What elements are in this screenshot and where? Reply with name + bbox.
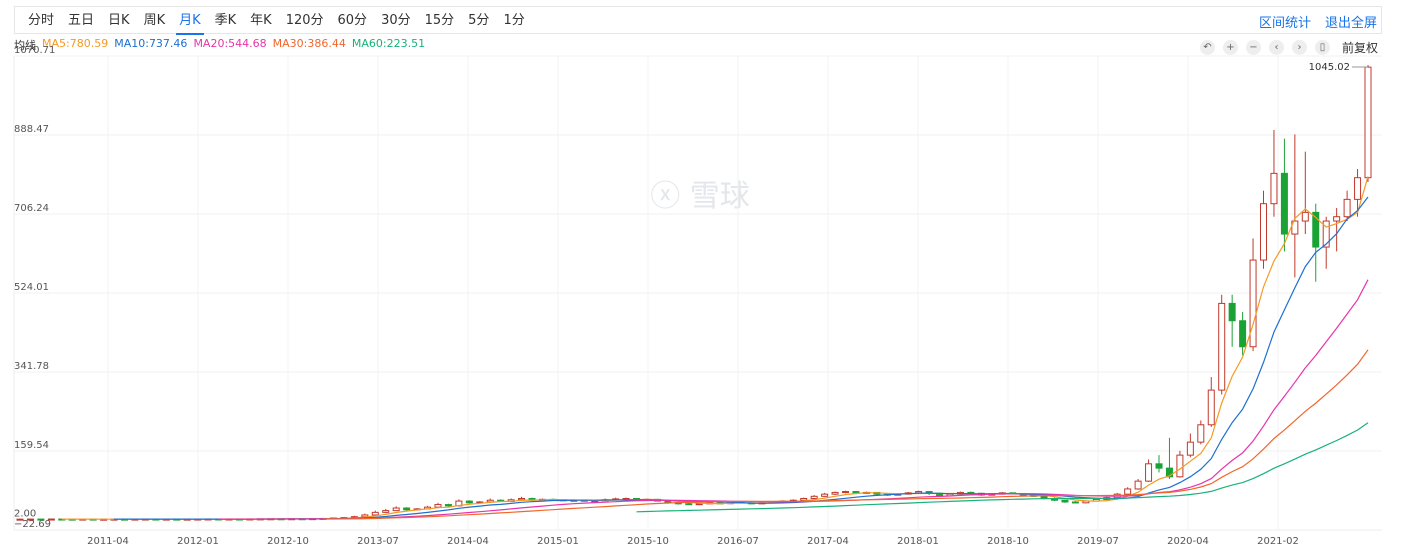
candle-body bbox=[1186, 441, 1194, 456]
candle-body bbox=[434, 504, 442, 508]
candle-body bbox=[831, 491, 839, 495]
x-tick-label: 2012-01 bbox=[177, 536, 219, 547]
y-tick-label: 524.01 bbox=[14, 282, 49, 293]
candle-body bbox=[465, 500, 473, 504]
candle-body bbox=[800, 497, 808, 501]
candle-body bbox=[1239, 320, 1247, 348]
candle-body bbox=[1145, 463, 1153, 482]
candle-body bbox=[444, 504, 452, 507]
max-value-label: 1045.02 bbox=[1309, 62, 1350, 73]
candle-body bbox=[371, 511, 379, 516]
x-tick-label: 2014-04 bbox=[447, 536, 489, 547]
ma-line-ma20 bbox=[218, 279, 1369, 520]
y-tick-label: 1070.71 bbox=[14, 45, 55, 56]
watermark: ⓧ 雪球 bbox=[650, 179, 750, 214]
candle-body bbox=[1228, 302, 1236, 322]
candle-body bbox=[1155, 463, 1163, 469]
x-tick-label: 2019-07 bbox=[1077, 536, 1119, 547]
x-tick-label: 2015-01 bbox=[537, 536, 579, 547]
candle-body bbox=[1354, 177, 1362, 200]
y-tick-label: 706.24 bbox=[14, 203, 49, 214]
candle-body bbox=[1280, 172, 1288, 235]
candle-body bbox=[1218, 302, 1226, 391]
candle-body bbox=[392, 507, 400, 512]
candle-body bbox=[37, 518, 45, 521]
x-tick-label: 2020-04 bbox=[1167, 536, 1209, 547]
x-tick-label: 2017-04 bbox=[807, 536, 849, 547]
candle-body bbox=[403, 507, 411, 511]
x-tick-label: 2016-07 bbox=[717, 536, 759, 547]
candle-body bbox=[810, 495, 818, 499]
candle-body bbox=[26, 518, 34, 521]
candle-body bbox=[518, 497, 526, 501]
x-tick-label: 2015-10 bbox=[627, 536, 669, 547]
candle-body bbox=[1270, 172, 1278, 205]
candle-body bbox=[842, 491, 850, 494]
x-tick-label: 2012-10 bbox=[267, 536, 309, 547]
candle-body bbox=[47, 518, 55, 521]
x-tick-label: 2011-04 bbox=[87, 536, 129, 547]
x-tick-label: 2021-02 bbox=[1257, 536, 1299, 547]
y-tick-label: 888.47 bbox=[14, 124, 49, 135]
x-tick-label: 2013-07 bbox=[357, 536, 399, 547]
candle-body bbox=[1061, 499, 1069, 503]
y-tick-label: 159.54 bbox=[14, 440, 49, 451]
kline-chart[interactable]: ⓧ 雪球 1070.71 888.47 706.24 524.01 341.78 159.5… bbox=[0, 0, 1402, 553]
candle-body bbox=[1260, 203, 1268, 261]
candle-body bbox=[1301, 211, 1309, 222]
x-tick-label: 2018-01 bbox=[897, 536, 939, 547]
candle-body bbox=[1071, 501, 1079, 504]
candle-body bbox=[1333, 216, 1341, 222]
candle-body bbox=[1176, 454, 1184, 478]
candle-body bbox=[1197, 424, 1205, 443]
ma-line-ma30 bbox=[323, 349, 1369, 520]
y-tick-label: 341.78 bbox=[14, 361, 49, 372]
candle-body bbox=[821, 493, 829, 497]
candle-body bbox=[1124, 488, 1132, 495]
candle-body bbox=[685, 503, 693, 506]
x-tick-label: 2018-10 bbox=[987, 536, 1029, 547]
candle-body bbox=[1364, 66, 1372, 179]
candle-body bbox=[1134, 480, 1142, 490]
candle-body bbox=[382, 510, 390, 513]
y-tick-label: 2.00 bbox=[14, 508, 36, 519]
ma-line-ma60 bbox=[636, 422, 1369, 513]
candle-body bbox=[1249, 259, 1257, 348]
candle-body bbox=[1343, 198, 1351, 218]
candle-body bbox=[1207, 389, 1215, 426]
candle-body bbox=[16, 518, 24, 521]
